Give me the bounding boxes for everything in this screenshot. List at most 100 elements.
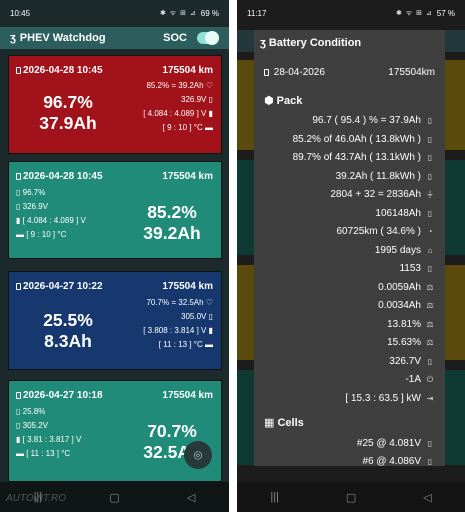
card-detail-3: ▮ [ 4.084 : 4.089 ] V xyxy=(16,216,86,225)
balance-icon: ⚖ xyxy=(426,320,434,329)
card-detail-1: 85.2% = 39.2Ah ♡ xyxy=(146,81,213,90)
card-ah: 39.2Ah xyxy=(143,223,201,243)
cell-icon: ▯ xyxy=(427,439,433,448)
cell-max-row: #25 @ 4.081V ▯ xyxy=(357,438,435,449)
card-detail-1: ▯ 25.8% xyxy=(16,407,46,416)
camera-button[interactable]: ⌾ xyxy=(184,441,212,469)
card-detail-1: ▯ 96.7% xyxy=(16,188,46,197)
card-percent: 85.2% xyxy=(147,202,197,222)
soc-icon: ▯ xyxy=(427,116,433,125)
card-header: 2026-04-28 10:45 175504 km xyxy=(16,65,213,76)
pack-soc-row: 96.7 ( 95.4 ) % = 37.9Ah ▯ xyxy=(312,115,435,126)
battery-icon xyxy=(16,391,21,399)
card-detail-4: ▬ [ 11 : 13 ] °C xyxy=(16,449,71,458)
card-detail-2: ▯ 305.2V xyxy=(16,421,48,430)
card-percent: 25.5% xyxy=(43,310,93,330)
dialog-date-row: 28-04-2026 175504km xyxy=(264,67,435,78)
battery-condition-dialog[interactable]: ӡ Battery Condition 28-04-2026 175504km … xyxy=(254,30,445,466)
history-list[interactable]: 2026-04-28 10:45 175504 km 96.7% 37.9Ah … xyxy=(0,49,229,482)
balance-icon: ⚖ xyxy=(426,301,434,310)
current-icon: ⏻ xyxy=(426,374,434,384)
dialog-title: ӡ Battery Condition xyxy=(260,37,362,49)
watermark: AUTOVIT.RO xyxy=(6,493,67,504)
card-ah: 37.9Ah xyxy=(39,113,97,133)
card-percent: 96.7% xyxy=(43,92,93,112)
cell-min-row: #6 @ 4.086V ▯ xyxy=(362,456,435,466)
app-bar: ӡ PHEV Watchdog SOC xyxy=(0,27,229,49)
status-battery: 57 % xyxy=(436,9,455,18)
pack-current-row: -1A ⏻ xyxy=(405,374,434,385)
soc-toggle[interactable] xyxy=(197,31,219,45)
power-icon: ⇥ xyxy=(426,394,434,403)
card-detail-3: [ 4.084 : 4.089 ] V ▮ xyxy=(143,109,213,118)
app-title-wrap: ӡ PHEV Watchdog xyxy=(10,32,163,44)
nav-home-icon[interactable]: ▢ xyxy=(109,491,119,504)
pack-percent-1-row: 13.81% ⚖ xyxy=(387,319,434,330)
camera-icon: ⌾ xyxy=(193,446,203,463)
pack-capacity-row: 39.2Ah ( 11.8kWh ) ▯ xyxy=(336,171,435,182)
dialog-date: 28-04-2026 xyxy=(264,67,388,78)
cells-section-label: ▦ Cells xyxy=(264,417,304,429)
pack-soh-1-row: 85.2% of 46.0Ah ( 13.8kWh ) ▯ xyxy=(293,134,435,145)
card-km: 175504 km xyxy=(162,65,213,76)
battery-outline-icon: ▯ xyxy=(427,209,433,218)
nav-back-icon[interactable]: ◁ xyxy=(187,491,195,504)
cell-icon: ▯ xyxy=(427,457,433,466)
card-km: 175504 km xyxy=(162,281,213,292)
card-detail-4: ▬ [ 9 : 10 ] °C xyxy=(16,230,67,239)
nav-recents-icon[interactable]: ||| xyxy=(270,491,279,503)
card-date: 2026-04-28 10:45 xyxy=(16,65,162,76)
nav-bar: ||| ▢ ◁ xyxy=(237,482,465,512)
card-details: 70.7% = 32.5Ah ♡ 305.0V ▯ [ 3.808 : 3.81… xyxy=(103,296,213,352)
card-detail-3: ▮ [ 3.81 : 3.817 ] V xyxy=(16,435,82,444)
odometer-icon: ◔ xyxy=(427,227,433,236)
history-card[interactable]: 2026-04-28 10:45 175504 km ▯ 96.7% ▯ 326… xyxy=(8,161,222,259)
left-screen: 10:45 ✱ ᯤ ⊞ ⊿ 69 % ӡ PHEV Watchdog SOC 2… xyxy=(0,0,229,512)
cycle-icon: ▯ xyxy=(427,264,433,273)
pack-imbalance-1-row: 0.0059Ah ⚖ xyxy=(378,282,434,293)
card-detail-2: ▯ 326.9V xyxy=(16,202,48,211)
card-details: 85.2% = 39.2Ah ♡ 326.9V ▯ [ 4.084 : 4.08… xyxy=(103,79,213,135)
card-percent: 70.7% xyxy=(147,421,197,441)
card-date: 2026-04-27 10:22 xyxy=(16,281,162,292)
card-details: ▯ 25.8% ▯ 305.2V ▮ [ 3.81 : 3.817 ] V ▬ … xyxy=(16,405,126,461)
card-detail-3: [ 3.808 : 3.814 ] V ▮ xyxy=(143,326,213,335)
battery-icon xyxy=(16,282,21,290)
history-card[interactable]: 2026-04-28 10:45 175504 km 96.7% 37.9Ah … xyxy=(8,55,222,154)
battery-icon xyxy=(16,172,21,180)
nav-bar: AUTOVIT.RO ||| ▢ ◁ xyxy=(0,482,229,512)
capacity-icon: ▯ xyxy=(427,172,433,181)
pack-cycles-row: 1153 ▯ xyxy=(399,263,435,274)
status-icons: ✱ ᯤ ⊞ ⊿ xyxy=(395,10,433,17)
nav-home-icon[interactable]: ▢ xyxy=(346,491,356,504)
status-icons: ✱ ᯤ ⊞ ⊿ xyxy=(159,10,197,17)
cake-icon: ⌂ xyxy=(427,246,433,255)
soh-icon: ▯ xyxy=(427,135,433,144)
card-detail-2: 305.0V ▯ xyxy=(181,312,213,321)
card-details: ▯ 96.7% ▯ 326.9V ▮ [ 4.084 : 4.089 ] V ▬… xyxy=(16,186,126,242)
nav-back-icon[interactable]: ◁ xyxy=(423,491,431,504)
status-time: 10:45 xyxy=(10,9,31,18)
app-logo-icon: ӡ xyxy=(10,32,16,44)
card-header: 2026-04-27 10:22 175504 km xyxy=(16,281,213,292)
pack-age-row: 1995 days ⌂ xyxy=(375,245,435,256)
battery-icon xyxy=(264,68,269,76)
plug-icon: ⏚ xyxy=(426,190,434,199)
card-date: 2026-04-27 10:18 xyxy=(16,390,162,401)
card-soc-big: 85.2% 39.2Ah xyxy=(125,202,219,244)
voltage-icon: ▯ xyxy=(427,357,433,366)
card-detail-1: 70.7% = 32.5Ah ♡ xyxy=(146,298,213,307)
balance-icon: ⚖ xyxy=(426,283,434,292)
status-bar: 11:17 ✱ ᯤ ⊞ ⊿ 57 % xyxy=(237,0,465,27)
status-bar: 10:45 ✱ ᯤ ⊞ ⊿ 69 % xyxy=(0,0,229,27)
app-title: PHEV Watchdog xyxy=(19,32,106,44)
card-km: 175504 km xyxy=(162,390,213,401)
card-soc-big: 96.7% 37.9Ah xyxy=(23,92,113,134)
pack-ev-km-row: 60725km ( 34.6% ) ◔ xyxy=(337,226,436,237)
pack-imbalance-2-row: 0.0034Ah ⚖ xyxy=(378,300,434,311)
card-detail-2: 326.9V ▯ xyxy=(181,95,213,104)
history-card[interactable]: 2026-04-27 10:22 175504 km 25.5% 8.3Ah 7… xyxy=(8,271,222,370)
battery-icon xyxy=(16,66,21,74)
card-soc-big: 25.5% 8.3Ah xyxy=(23,310,113,352)
pack-percent-2-row: 15.63% ⚖ xyxy=(387,337,434,348)
